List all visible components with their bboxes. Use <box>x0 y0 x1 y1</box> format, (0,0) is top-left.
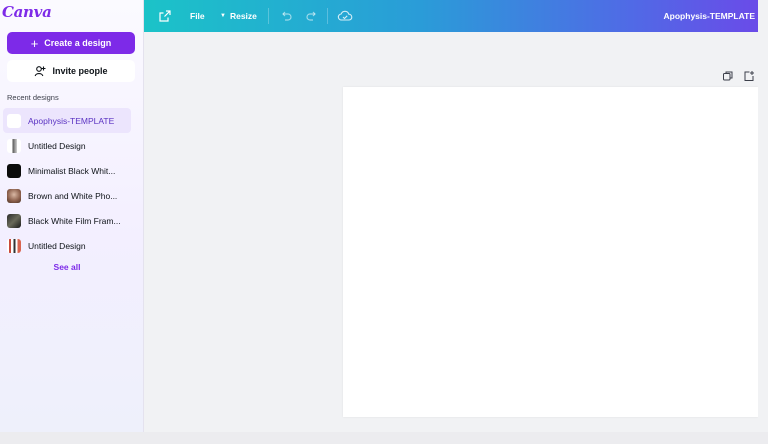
design-thumbnail <box>7 188 21 203</box>
window-edge <box>758 0 768 432</box>
file-menu[interactable]: File <box>190 0 205 32</box>
add-user-icon <box>35 66 46 77</box>
recent-designs-heading: Recent designs <box>7 93 59 102</box>
design-thumbnail <box>7 238 21 253</box>
recent-item[interactable]: Untitled Design <box>3 233 131 258</box>
design-thumbnail <box>7 138 21 153</box>
recent-item[interactable]: Black White Film Fram... <box>3 208 131 233</box>
sidebar: Canva + Create a design Invite people Re… <box>0 0 144 432</box>
recent-item[interactable]: Untitled Design <box>3 133 131 158</box>
canva-window: Canva + Create a design Invite people Re… <box>0 0 768 432</box>
resize-icon: ▼ <box>220 13 226 19</box>
duplicate-page-icon[interactable] <box>722 70 734 82</box>
design-thumbnail <box>7 213 21 228</box>
recent-item[interactable]: Brown and White Pho... <box>3 183 131 208</box>
recent-item[interactable]: Apophysis-TEMPLATE <box>3 108 131 133</box>
canvas-area <box>144 32 758 432</box>
cloud-save-icon[interactable] <box>337 9 353 23</box>
recent-item-label: Untitled Design <box>28 240 86 251</box>
recent-item-label: Apophysis-TEMPLATE <box>28 115 115 126</box>
editor-toolbar: File ▼ Resize Apophysis-TEMPLATE <box>144 0 758 32</box>
see-all-link[interactable]: See all <box>0 262 134 272</box>
recent-item[interactable]: Minimalist Black Whit... <box>3 158 131 183</box>
invite-people-button[interactable]: Invite people <box>7 60 135 82</box>
design-page[interactable] <box>343 87 758 417</box>
toolbar-divider <box>327 8 328 24</box>
resize-menu[interactable]: ▼ Resize <box>220 0 257 32</box>
recent-item-label: Brown and White Pho... <box>28 190 118 201</box>
add-page-icon[interactable] <box>743 70 755 82</box>
design-thumbnail <box>7 163 21 178</box>
create-design-label: Create a design <box>44 38 112 48</box>
resize-label: Resize <box>229 11 257 21</box>
recent-item-label: Black White Film Fram... <box>28 215 121 226</box>
invite-people-label: Invite people <box>52 66 108 76</box>
recent-designs-list: Apophysis-TEMPLATE Untitled Design Minim… <box>3 108 131 258</box>
share-external-icon[interactable] <box>158 9 172 23</box>
plus-icon: + <box>30 35 39 51</box>
design-title[interactable]: Apophysis-TEMPLATE <box>664 0 755 32</box>
design-thumbnail <box>7 113 21 128</box>
toolbar-divider <box>268 8 269 24</box>
redo-icon[interactable] <box>305 9 319 23</box>
create-design-button[interactable]: + Create a design <box>7 32 135 54</box>
canva-logo[interactable]: Canva <box>2 3 52 21</box>
undo-icon[interactable] <box>279 9 293 23</box>
recent-item-label: Untitled Design <box>28 140 86 151</box>
recent-item-label: Minimalist Black Whit... <box>28 165 116 176</box>
